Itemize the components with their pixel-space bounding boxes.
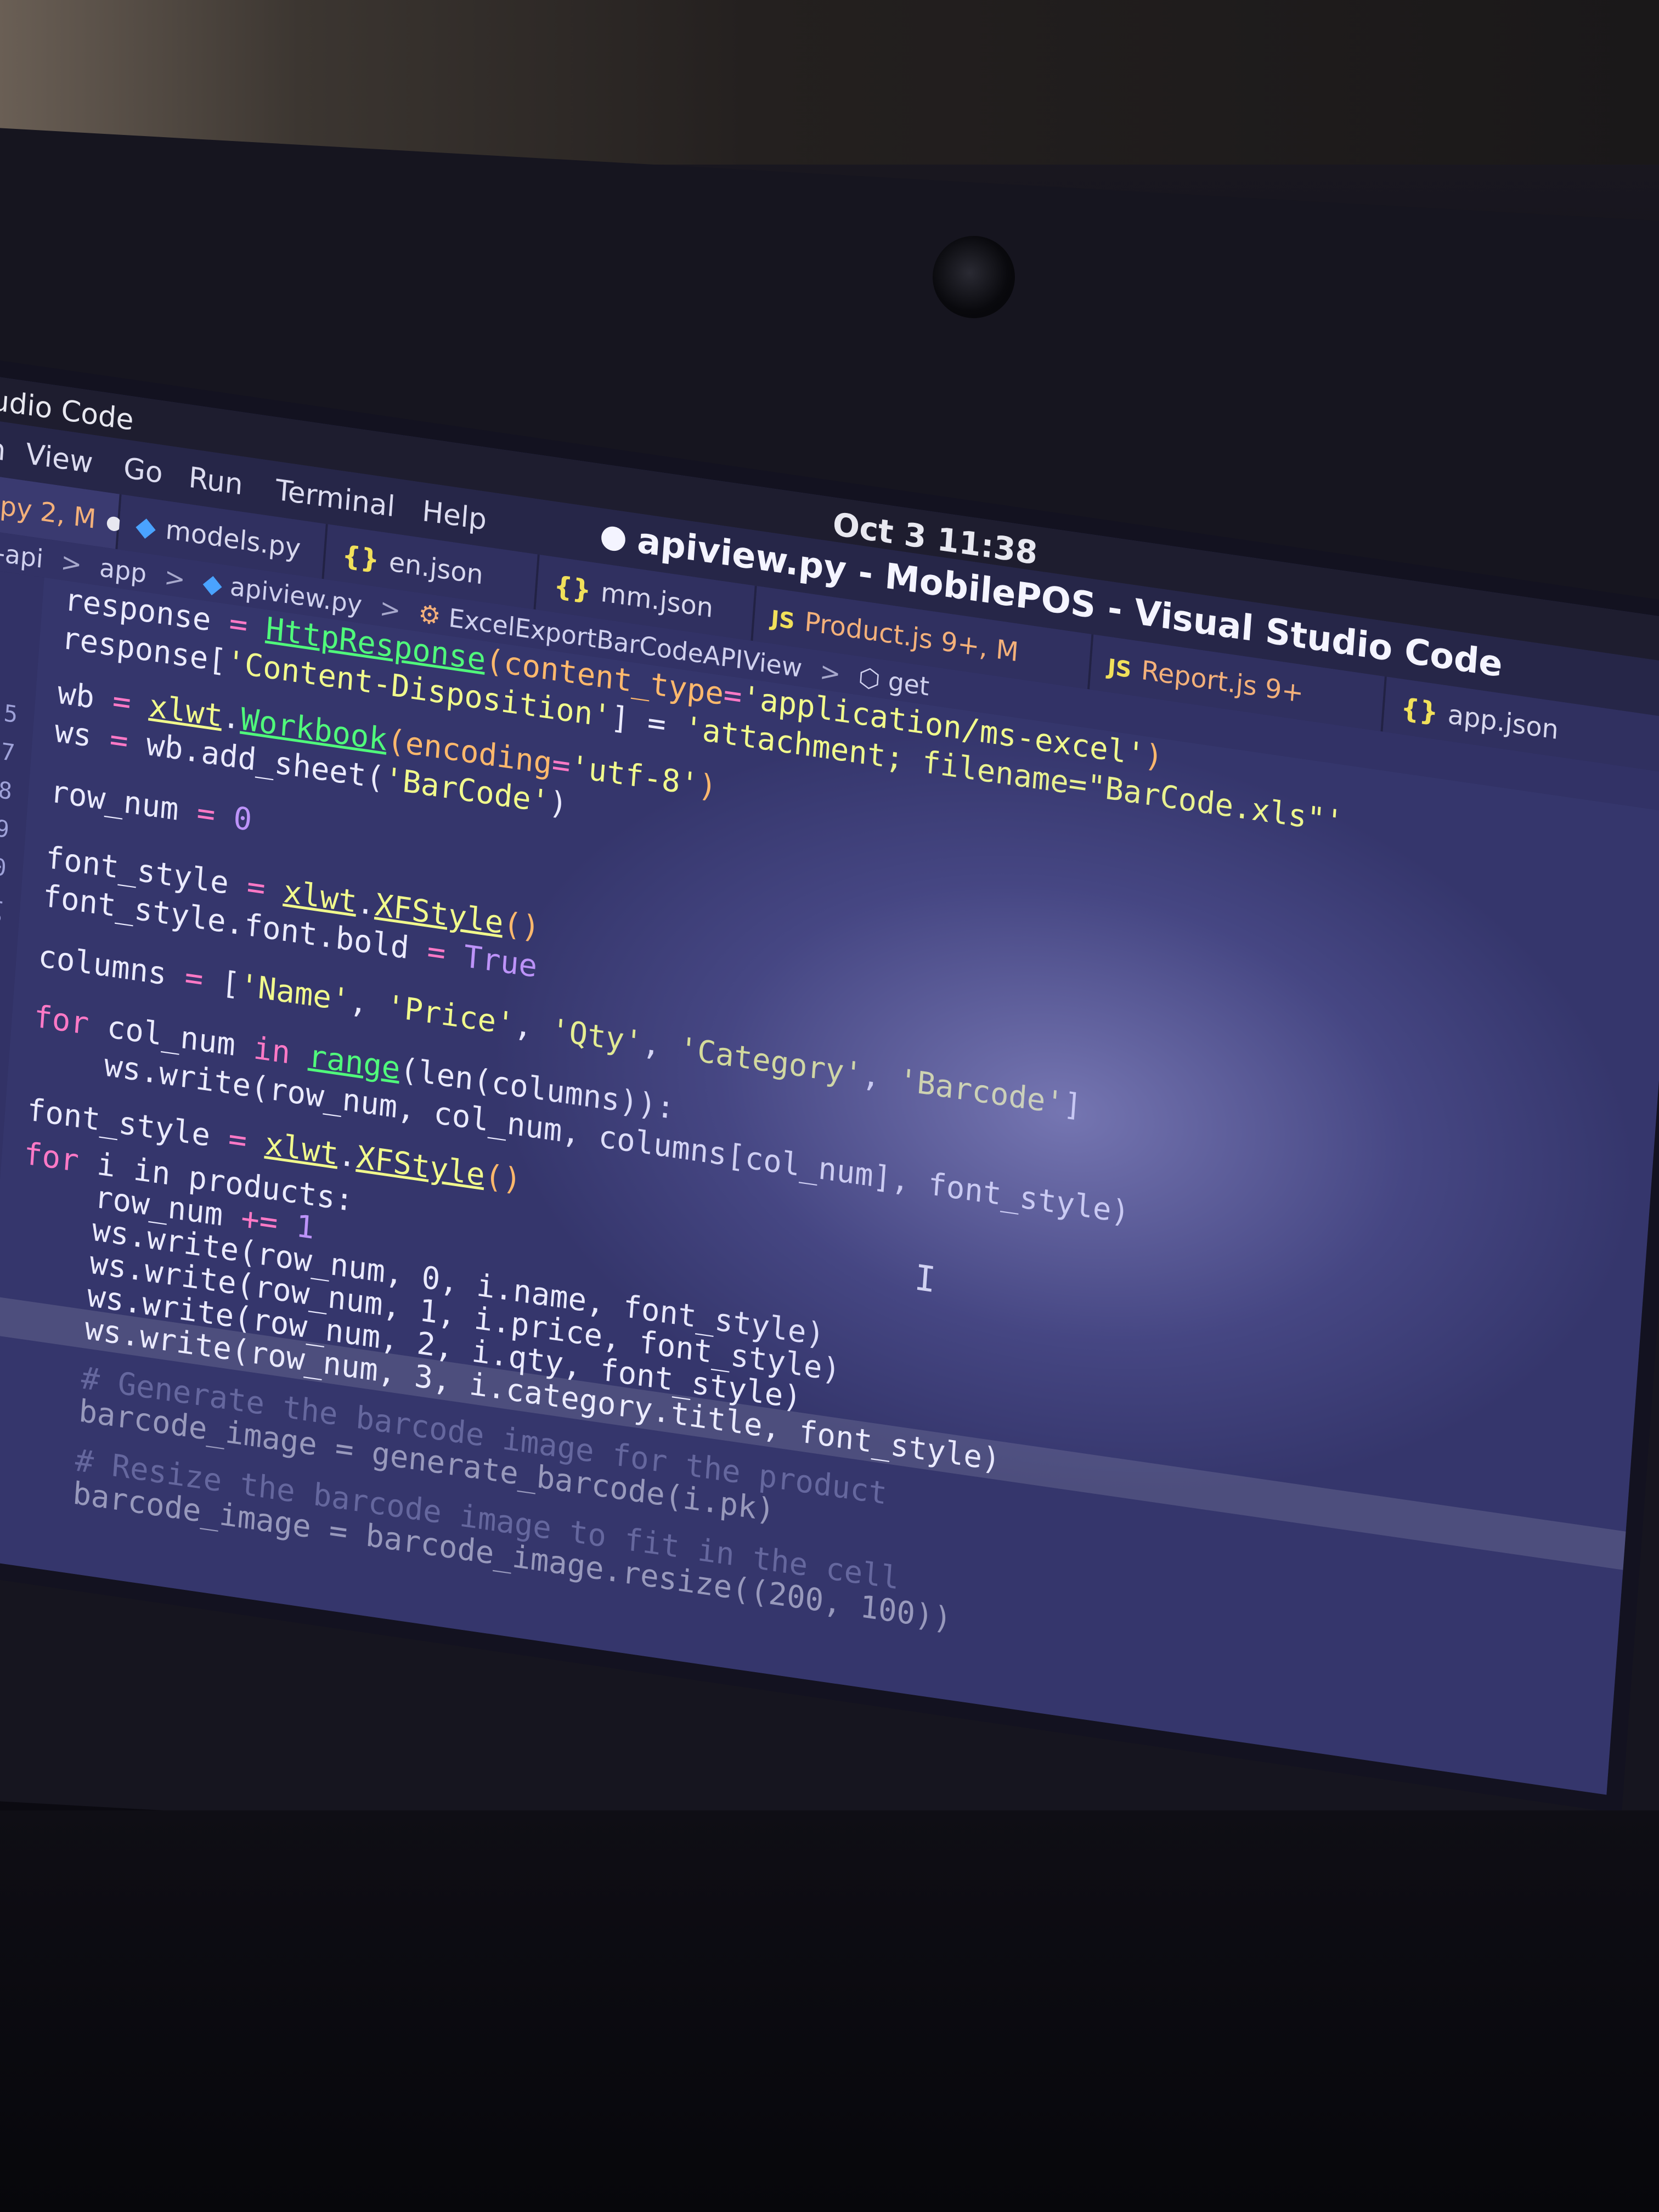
code-token: for [32, 998, 91, 1042]
tab-label: models.py [164, 514, 302, 565]
menu-view[interactable]: View [25, 438, 94, 481]
tab-label: py 2, M [0, 490, 97, 535]
python-icon: ◆ [134, 510, 157, 544]
line-number: 29 [0, 812, 10, 844]
code-token: columns [37, 938, 168, 992]
chevron-right-icon: > [379, 592, 402, 625]
json-icon: {} [341, 539, 381, 576]
code-token: row_num [49, 774, 180, 828]
code-token: = [210, 602, 268, 647]
code-token: 'Name' [238, 967, 351, 1019]
menu-go[interactable]: Go [122, 452, 164, 490]
tab-label: app.json [1447, 699, 1560, 746]
webcam-icon [933, 236, 1015, 318]
breadcrumb-item-method[interactable]: get [887, 666, 930, 702]
code-token: 'Category' [678, 1030, 864, 1093]
code-token: . [221, 698, 242, 737]
code-token: = [722, 676, 743, 715]
code-token: = [550, 746, 572, 785]
breadcrumb-item-project[interactable]: o-api [0, 535, 44, 574]
line-number: 230 [0, 849, 8, 882]
breadcrumb-item-app[interactable]: app [99, 552, 148, 589]
chevron-right-icon: > [163, 561, 187, 595]
code-token: xlwt [263, 1126, 340, 1172]
code-token: , [861, 1057, 900, 1098]
code-token: , [513, 1007, 552, 1048]
code-token: ) [548, 785, 569, 823]
line-number: 5 [3, 699, 19, 729]
method-cube-icon: ⬡ [857, 662, 882, 695]
code-token: [ [220, 964, 241, 1003]
unsaved-dot-icon [600, 525, 627, 553]
menu-terminal[interactable]: Terminal [274, 473, 396, 523]
code-token: ws [53, 713, 93, 754]
code-token: = [208, 1118, 267, 1162]
code-token: , [641, 1025, 681, 1066]
code-token: = [93, 680, 151, 724]
code-token: = [165, 956, 223, 1001]
line-number: 7 [0, 737, 16, 767]
code-token: ] [1062, 1086, 1084, 1125]
tab-label: en.json [388, 546, 484, 591]
chevron-right-icon: > [819, 656, 842, 689]
menu-selection[interactable]: n [0, 432, 7, 468]
class-symbol-icon: ⚙ [417, 598, 442, 631]
code-token: . [355, 884, 377, 923]
code-token: XFStyle [355, 1139, 486, 1194]
code-token: 'Price' [385, 988, 516, 1043]
chevron-right-icon: > [60, 546, 83, 580]
code-token: ( [484, 642, 505, 681]
code-token: 'Qty' [549, 1012, 644, 1061]
json-icon: {} [1400, 692, 1440, 729]
javascript-icon: JS [1107, 654, 1132, 684]
line-number: 28 [0, 774, 13, 805]
code-token: = [177, 792, 235, 836]
code-token: = [407, 930, 465, 974]
code-token: = [227, 866, 285, 910]
photo-scene: udio Code Oct 3 11:38 n View Go Run Term… [0, 0, 1659, 2212]
code-token: , [348, 983, 388, 1024]
code-token: () [501, 905, 541, 947]
code-token: ) [697, 767, 718, 806]
python-icon: ◆ [201, 567, 223, 600]
code-token: () [483, 1158, 523, 1199]
code-token: in [252, 1030, 292, 1071]
menu-run[interactable]: Run [188, 461, 244, 501]
json-icon: {} [552, 570, 592, 607]
javascript-icon: JS [770, 606, 796, 635]
menu-help[interactable]: Help [421, 495, 488, 537]
code-line[interactable]: row_num = 0 [49, 772, 253, 840]
code-token: wb [56, 675, 96, 716]
code-token: . [337, 1136, 358, 1175]
room-background [0, 0, 1659, 165]
code-token: 0 [232, 800, 253, 839]
code-token: ( [386, 722, 407, 761]
code-token: 'Barcode' [897, 1062, 1065, 1122]
code-token: 'utf-8' [569, 748, 700, 803]
tab-label: mm.json [600, 577, 714, 624]
code-token: = [90, 718, 148, 763]
code-token: ) [1143, 737, 1165, 776]
keyboard-deck [0, 1810, 1659, 2212]
text-cursor-icon: I [913, 1257, 938, 1301]
